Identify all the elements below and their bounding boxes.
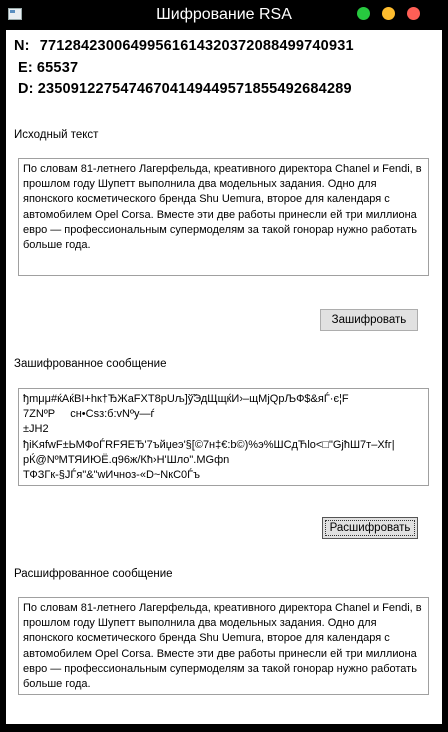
decrypted-message-label: Расшифрованное сообщение [14, 568, 173, 580]
encrypted-message-field[interactable]: ђmμμ#ќAќBI+hк†ЂЖаFXT8рUљ]ў̃ЭдЩщќИ›–щМјQр… [18, 388, 429, 486]
key-d-row: D: 2350912275474670414944957185549268428​… [18, 81, 352, 97]
key-d-label: D: [18, 81, 34, 97]
key-n-row: N: 7712842300649956161432037208849974093​… [14, 38, 354, 54]
decrypt-button-label: Расшифровать [325, 520, 415, 536]
close-icon[interactable] [407, 7, 420, 20]
key-e-row: E: 65537 [18, 60, 78, 76]
key-d-value: 2350912275474670414944957185549268428​9 [37, 81, 352, 97]
source-text-field[interactable]: По словам 81-летнего Лагерфельда, креати… [18, 158, 429, 276]
key-e-value: 65537 [36, 60, 79, 76]
encrypt-button[interactable]: Зашифровать [320, 309, 418, 331]
main-window: N: 7712842300649956161432037208849974093​… [6, 30, 442, 724]
source-text-label: Исходный текст [14, 129, 99, 141]
key-n-value: 7712842300649956161432037208849974093​1 [39, 38, 354, 54]
key-n-label: N: [14, 38, 30, 54]
decrypted-message-field[interactable]: По словам 81-летнего Лагерфельда, креати… [18, 597, 429, 695]
title-bar: Шифрование RSA [0, 0, 448, 30]
maximize-icon[interactable] [382, 7, 395, 20]
encrypted-message-label: Зашифрованное сообщение [14, 358, 167, 370]
minimize-icon[interactable] [357, 7, 370, 20]
decrypt-button[interactable]: Расшифровать [322, 517, 418, 539]
window-title: Шифрование RSA [154, 6, 294, 23]
key-e-label: E: [18, 60, 33, 76]
